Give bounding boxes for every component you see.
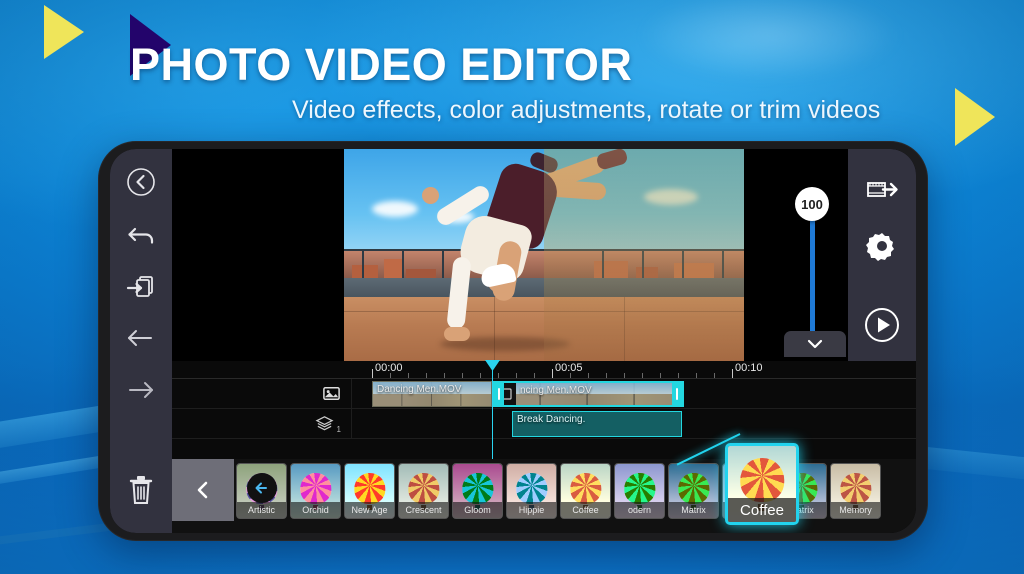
filter-item[interactable]: Memory (830, 463, 881, 519)
track-clips[interactable]: Break Dancing. (352, 409, 916, 438)
back-button[interactable] (172, 459, 234, 521)
timeline-track-layer[interactable]: 1 Break Dancing. (172, 409, 916, 439)
filter-label: Coffee (728, 498, 796, 522)
right-toolbar (848, 149, 916, 361)
filter-item[interactable]: Hippie (506, 463, 557, 519)
media-track-icon (323, 387, 340, 400)
timeline-ruler[interactable]: 00:00 00:05 00:10 (172, 361, 916, 379)
track-clips[interactable]: Dancing Men.MOV ncing Men.MOV (352, 379, 916, 408)
filter-item[interactable]: New Age (344, 463, 395, 519)
filter-item-selected[interactable]: Coffee (725, 443, 799, 525)
trash-icon[interactable] (126, 473, 156, 507)
collapse-panel-button[interactable] (784, 331, 846, 357)
ruler-label: 00:00 (375, 362, 403, 374)
arrow-left-icon[interactable] (124, 321, 158, 355)
track-header[interactable] (172, 379, 352, 408)
chevron-left-icon (197, 481, 208, 499)
filter-list[interactable]: Artistic Orchid New Age Crescent Gloom Hippie… (234, 459, 916, 519)
filter-item[interactable]: Orchid (290, 463, 341, 519)
clip-label: Break Dancing. (517, 414, 586, 425)
decor-triangle-yellow-right (955, 88, 995, 146)
playhead[interactable] (485, 360, 500, 459)
decor-triangle-yellow-left (44, 5, 84, 59)
opacity-slider[interactable]: 100 (784, 149, 840, 361)
left-toolbar (110, 149, 172, 533)
filter-label: Crescent (399, 502, 448, 518)
filter-item[interactable]: Matrix (668, 463, 719, 519)
clip-label: Dancing Men.MOV (377, 384, 462, 395)
preview-cloud (372, 201, 418, 217)
preview-stage: 100 (172, 149, 916, 361)
filter-label: Artistic (237, 502, 286, 518)
timeline-track-media[interactable]: Dancing Men.MOV ncing Men.MOV (172, 379, 916, 409)
filter-item[interactable]: odern (614, 463, 665, 519)
filter-label: Orchid (291, 502, 340, 518)
filter-item[interactable]: Crescent (398, 463, 449, 519)
clip-label: ncing Men.MOV (520, 385, 592, 396)
phone-mockup: 100 00:00 00:05 00:10 Dancing Men.MOV nc… (98, 141, 928, 541)
clip-trim-handle-right[interactable] (672, 383, 682, 405)
import-media-icon[interactable] (124, 269, 158, 303)
editor-main: 100 00:00 00:05 00:10 Dancing Men.MOV nc… (172, 149, 916, 533)
track-header[interactable]: 1 (172, 409, 352, 438)
undo-icon[interactable] (124, 217, 158, 251)
layer-number: 1 (336, 425, 341, 434)
filter-item[interactable]: Artistic (236, 463, 287, 519)
video-preview[interactable] (344, 149, 744, 361)
filter-item[interactable]: Coffee (560, 463, 611, 519)
preview-filter-overlay-tint (544, 149, 744, 361)
slider-value-knob[interactable]: 100 (795, 187, 829, 221)
filter-reset-icon[interactable] (246, 472, 277, 503)
timeline-clip[interactable]: Dancing Men.MOV (372, 381, 492, 407)
timeline[interactable]: 00:00 00:05 00:10 Dancing Men.MOV ncing … (172, 360, 916, 459)
filter-label: odern (615, 502, 664, 518)
filter-label: Hippie (507, 502, 556, 518)
app-screen: 100 00:00 00:05 00:10 Dancing Men.MOV nc… (110, 149, 916, 533)
filter-label: Matrix (669, 502, 718, 518)
gear-icon[interactable] (865, 229, 899, 263)
page-subtitle: Video effects, color adjustments, rotate… (292, 96, 881, 124)
back-circle-icon[interactable] (124, 165, 158, 199)
slider-track[interactable]: 100 (795, 187, 829, 343)
play-button-icon[interactable] (862, 305, 902, 345)
timeline-layer-clip[interactable]: Break Dancing. (512, 411, 682, 437)
export-film-icon[interactable] (865, 173, 899, 207)
ruler-label: 00:05 (555, 362, 583, 374)
clip-trim-handle-left[interactable] (494, 383, 504, 405)
ruler-label: 00:10 (735, 362, 763, 374)
filter-item[interactable]: Gloom (452, 463, 503, 519)
arrow-right-icon[interactable] (124, 373, 158, 407)
layers-icon (315, 416, 334, 431)
filter-label: Gloom (453, 502, 502, 518)
filter-label: Memory (831, 502, 880, 518)
filter-strip[interactable]: Artistic Orchid New Age Crescent Gloom Hippie… (172, 433, 916, 533)
filter-label: New Age (345, 502, 394, 518)
filter-label: Coffee (561, 502, 610, 518)
chevron-down-icon (807, 339, 823, 349)
page-title: PHOTO VIDEO EDITOR (130, 39, 633, 90)
timeline-clip-selected[interactable]: ncing Men.MOV (492, 381, 684, 407)
